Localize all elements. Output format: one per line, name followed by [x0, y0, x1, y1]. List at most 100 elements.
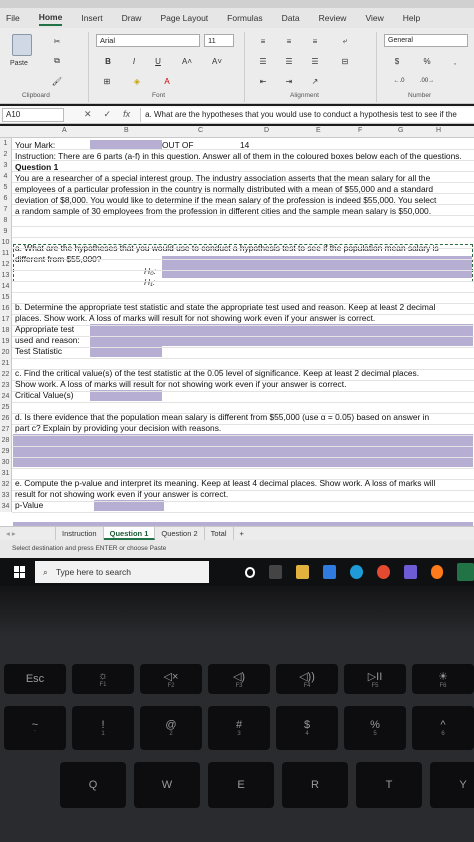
menu-tab-view[interactable]: View	[365, 11, 383, 25]
number-format-select[interactable]: General	[384, 34, 468, 47]
row-header[interactable]: 24	[0, 391, 12, 402]
currency-button[interactable]: $	[390, 54, 404, 68]
row-header[interactable]: 10	[0, 237, 12, 248]
row-header[interactable]: 6	[0, 193, 12, 204]
decrease-font-icon[interactable]: A˅	[210, 54, 224, 68]
worksheet[interactable]: A B C D E F G H 1 2 3 4 5 6 7 8 9 10 11 12 13 14 15 16 1…	[0, 126, 474, 526]
format-painter-icon[interactable]: 🖌	[50, 74, 64, 88]
menu-tab-home[interactable]: Home	[38, 10, 63, 26]
letter-key[interactable]: W	[134, 762, 200, 808]
column-header[interactable]: A	[62, 127, 67, 134]
tab-total[interactable]: Total	[205, 527, 234, 540]
row-header[interactable]: 28	[0, 435, 12, 446]
cut-icon[interactable]: ✂	[50, 34, 64, 48]
function-key[interactable]: ◁) F3	[208, 664, 270, 694]
number-key[interactable]: $4	[276, 706, 338, 750]
fill-color-icon[interactable]: ◈	[130, 74, 144, 88]
function-key[interactable]: ☼ F1	[72, 664, 134, 694]
number-key[interactable]: ^ 6	[412, 706, 474, 750]
row-header[interactable]: 8	[0, 215, 12, 226]
row-header[interactable]: 4	[0, 171, 12, 182]
wrap-text-icon[interactable]: ⤶	[338, 34, 352, 48]
your-mark-box[interactable]	[90, 140, 162, 149]
menu-tab-file[interactable]: File	[6, 11, 20, 25]
menu-tab-page-layout[interactable]: Page Layout	[160, 11, 208, 25]
paste-button-label[interactable]: Paste	[10, 60, 28, 67]
increase-decimal-icon[interactable]: ←.0	[390, 74, 408, 88]
letter-key[interactable]: E	[208, 762, 274, 808]
align-center-icon[interactable]: ☰	[282, 54, 296, 68]
letter-key[interactable]: Y	[430, 762, 474, 808]
font-name-select[interactable]: Arial	[96, 34, 200, 47]
row-header[interactable]: 17	[0, 314, 12, 325]
cortana-icon[interactable]	[244, 566, 256, 578]
column-header[interactable]: F	[358, 127, 362, 134]
function-key[interactable]: ☀ F6	[412, 664, 474, 694]
menu-tab-draw[interactable]: Draw	[122, 11, 142, 25]
row-header[interactable]: 13	[0, 270, 12, 281]
number-key[interactable]: ! 1	[72, 706, 134, 750]
row-header[interactable]: 30	[0, 457, 12, 468]
increase-indent-icon[interactable]: ⇥	[282, 74, 296, 88]
tab-question-1[interactable]: Question 1	[103, 527, 156, 540]
row-header[interactable]: 1	[0, 138, 12, 149]
function-key[interactable]: ▷II F5	[344, 664, 406, 694]
tab-question-2[interactable]: Question 2	[155, 527, 205, 540]
percent-button[interactable]: %	[420, 54, 434, 68]
copy-icon[interactable]: ⧉	[50, 54, 64, 68]
firefox-icon[interactable]	[430, 565, 444, 579]
comma-style-icon[interactable]: ,	[448, 54, 462, 68]
orientation-icon[interactable]: ↗	[308, 74, 322, 88]
row-header[interactable]: 12	[0, 259, 12, 270]
column-header[interactable]: G	[398, 127, 403, 134]
function-key[interactable]: ◁× F2	[140, 664, 202, 694]
formula-input[interactable]: a. What are the hypotheses that you woul…	[140, 107, 474, 122]
paste-icon[interactable]	[12, 34, 32, 56]
excel-taskbar-icon[interactable]	[457, 563, 474, 581]
number-key[interactable]: ~ `	[4, 706, 66, 750]
tab-instruction[interactable]: Instruction	[56, 527, 104, 540]
align-bottom-icon[interactable]: ≡	[308, 34, 322, 48]
row-header[interactable]: 2	[0, 149, 12, 160]
function-key[interactable]: Esc	[4, 664, 66, 694]
evidence-answer-box[interactable]	[13, 434, 473, 467]
merge-center-icon[interactable]: ⊟	[338, 54, 352, 68]
row-header[interactable]: 9	[0, 226, 12, 237]
function-key[interactable]: ◁)) F4	[276, 664, 338, 694]
row-header[interactable]: 18	[0, 325, 12, 336]
underline-button[interactable]: U	[152, 54, 164, 68]
decrease-indent-icon[interactable]: ⇤	[256, 74, 270, 88]
taskbar-search[interactable]: ⌕ Type here to search	[35, 561, 209, 583]
menu-tab-data[interactable]: Data	[282, 11, 300, 25]
edge-icon[interactable]	[349, 565, 363, 579]
name-box[interactable]: A10	[2, 107, 64, 122]
letter-key[interactable]: T	[356, 762, 422, 808]
row-header[interactable]: 3	[0, 160, 12, 171]
decrease-decimal-icon[interactable]: .00→	[418, 74, 436, 88]
chrome-icon[interactable]	[376, 565, 390, 579]
file-explorer-icon[interactable]	[296, 565, 309, 579]
store-icon[interactable]	[403, 565, 417, 579]
row-header[interactable]: 23	[0, 380, 12, 391]
italic-button[interactable]: I	[128, 54, 140, 68]
row-header[interactable]: 29	[0, 446, 12, 457]
letter-key[interactable]: Q	[60, 762, 126, 808]
enter-icon[interactable]: ✓	[104, 109, 112, 120]
column-header[interactable]: H	[436, 127, 441, 134]
row-header[interactable]: 33	[0, 490, 12, 501]
row-header[interactable]: 20	[0, 347, 12, 358]
row-header[interactable]: 21	[0, 358, 12, 369]
number-key[interactable]: % 5	[344, 706, 406, 750]
column-header[interactable]: B	[124, 127, 129, 134]
borders-icon[interactable]: ⊞	[100, 74, 114, 88]
cancel-icon[interactable]: ✕	[84, 109, 92, 120]
test-reason-answer-box[interactable]	[90, 324, 473, 346]
add-sheet-icon[interactable]: +	[234, 527, 250, 540]
menu-tab-help[interactable]: Help	[403, 11, 420, 25]
task-view-icon[interactable]	[269, 565, 283, 579]
row-header[interactable]: 26	[0, 413, 12, 424]
row-header[interactable]: 25	[0, 402, 12, 413]
number-key[interactable]: #3	[208, 706, 270, 750]
row-header[interactable]: 34	[0, 501, 12, 512]
row-header[interactable]: 27	[0, 424, 12, 435]
